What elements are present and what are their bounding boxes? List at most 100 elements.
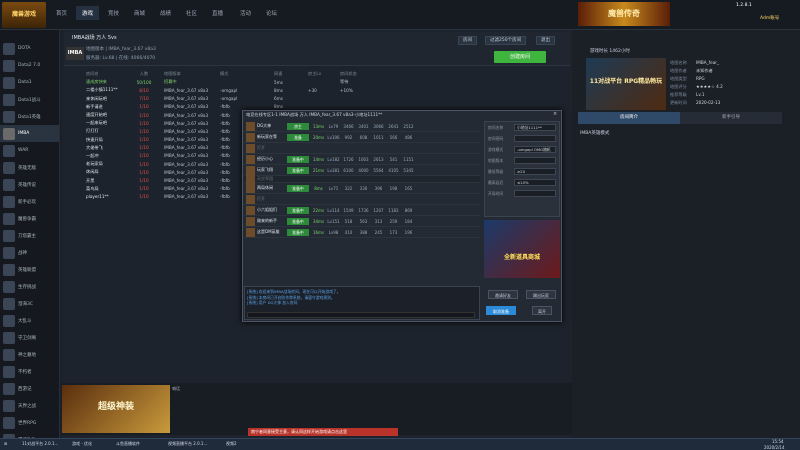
player-slot[interactable]: 打开 — [244, 194, 480, 205]
sidebar-game-active[interactable]: IMBA — [0, 125, 59, 142]
sidebar-game[interactable]: Dota2 7.0 — [0, 57, 59, 74]
invite-button[interactable]: 邀请好友 — [488, 290, 518, 299]
nav-home[interactable]: 首页 — [56, 9, 67, 17]
sidebar-game[interactable]: 神之墓地 — [0, 346, 59, 363]
map-version: 地图版本 | IMBA_fear_3.67 v8a3 — [86, 47, 156, 52]
nav-live[interactable]: 直播 — [212, 9, 223, 17]
chat-input[interactable] — [247, 312, 475, 318]
sidebar-game[interactable]: 战神 — [0, 244, 59, 261]
clock-date: 2020/2/14 — [764, 445, 785, 450]
player-slot[interactable]: 两局休闲 准备中 8ms Lv71 322 330 396 198 165 — [244, 183, 480, 194]
player-slot[interactable]: 玩家飞翔 准备中 21ms Lv381 6100 4000 5564 4105 5345 — [244, 165, 480, 176]
setting-field[interactable] — [514, 135, 556, 142]
player-slot[interactable]: 经历小心 准备中 14ms Lv182 1726 1003 2613 541 1151 — [244, 154, 480, 165]
game-sidebar: DOTA Dota2 7.0 Dota1 Dota1战斗 Dota1英雄 IMB… — [0, 30, 60, 446]
game-icon — [3, 399, 15, 412]
shop-ad[interactable]: 全新道具商城 — [484, 220, 560, 278]
sidebar-game[interactable]: 英雄无敌 — [0, 159, 59, 176]
player-slot[interactable]: 打开 — [244, 143, 480, 154]
game-icon — [3, 263, 15, 276]
player-slot[interactable]: 刚来的新手 准备中 34ms Lv151 518 563 313 259 184 — [244, 216, 480, 227]
nav-games[interactable]: 游戏 — [76, 6, 100, 20]
setting-field[interactable] — [514, 190, 556, 197]
nav-events[interactable]: 活动 — [240, 9, 251, 17]
sidebar-game[interactable]: 大乱斗 — [0, 312, 59, 329]
app-logo[interactable]: 魔兽游戏 — [2, 2, 46, 28]
setting-row: 最高延迟 ≤10% — [485, 177, 559, 188]
player-slot[interactable]: 这是DM英雄 准备中 16ms Lv98 410 388 245 173 196 — [244, 227, 480, 238]
close-icon[interactable]: × — [553, 111, 557, 117]
taskbar-item[interactable]: 视频2 — [226, 441, 237, 447]
sidebar-game[interactable]: 天界之战 — [0, 397, 59, 414]
leave-button[interactable]: 离开 — [532, 306, 552, 315]
setting-field[interactable]: ≥20 — [514, 168, 556, 175]
sidebar-game[interactable]: WAR — [0, 142, 59, 159]
sidebar-game[interactable]: 守卫剑阁 — [0, 329, 59, 346]
sidebar-game[interactable]: 世界RPG — [0, 414, 59, 431]
setting-row: 开局时间 — [485, 188, 559, 199]
top-banner-ad[interactable]: 魔兽传奇 — [578, 2, 670, 26]
sidebar-game[interactable]: 西游记 — [0, 380, 59, 397]
nav-community[interactable]: 社区 — [186, 9, 197, 17]
avatar — [246, 174, 255, 184]
game-icon — [3, 297, 15, 310]
map-info-row: 地图类型 RPG — [670, 76, 705, 81]
start-icon[interactable]: ⊞ — [4, 441, 7, 446]
taskbar-item[interactable]: 11对战平台 2.0.1... — [22, 441, 58, 447]
sidebar-game[interactable]: Dota1英雄 — [0, 108, 59, 125]
sidebar-game[interactable]: 英雄联盟 — [0, 261, 59, 278]
sidebar-game[interactable]: DOTA — [0, 40, 59, 57]
taskbar-item[interactable]: 游戏 - 优化 — [72, 441, 92, 447]
game-icon — [3, 161, 15, 174]
sidebar-game[interactable]: 刀塔霸主 — [0, 227, 59, 244]
setting-field[interactable]: -omgapl OMG随机 — [514, 146, 556, 153]
setting-field[interactable] — [514, 157, 556, 164]
player-slot[interactable]: DG大神 房主 13ms Lv79 3466 3401 3066 2641 2512 — [244, 121, 480, 132]
table-row[interactable]: 二楼小镇1111** 8/10 IMBA_fear_3.67 v8a3 -omgapl… — [64, 86, 570, 94]
browse-button[interactable]: 房间 — [458, 36, 477, 45]
player-slot[interactable]: 新玩家在等 准备 20ms Lv106 992 608 1011 566 486 — [244, 132, 480, 143]
table-row[interactable]: 来休闲玩吧 7/10 IMBA_fear_3.67 v8a3 -omgapl 6ms — [64, 95, 570, 103]
sidebar-game[interactable]: 英雄传说 — [0, 176, 59, 193]
avatar — [246, 194, 255, 204]
filter-button[interactable]: 过滤250个房间 — [485, 36, 527, 45]
taskbar-item[interactable]: 视频直播平台 2.0.1... — [168, 441, 207, 447]
setting-row: 房间密码 — [485, 133, 559, 144]
alert-bar[interactable]: 南宁者同意接受主意，请认同这样开始游戏请点击这里 — [248, 428, 398, 436]
setting-field[interactable]: 小地址1111** — [514, 124, 556, 131]
taskbar-item[interactable]: 斗鱼直播软件 — [116, 441, 140, 447]
nav-shop[interactable]: 商城 — [134, 9, 145, 17]
nav-arena[interactable]: 竞技 — [108, 9, 119, 17]
setting-field[interactable]: ≤10% — [514, 179, 556, 186]
sidebar-game[interactable]: 澄海3C — [0, 295, 59, 312]
user-account[interactable]: Adm账号 — [760, 15, 779, 21]
player-slot[interactable]: 小六姐姐们 准备中 22ms Lv114 1549 1736 1207 1183 869 — [244, 205, 480, 216]
bottom-ad[interactable]: 超级神装 — [62, 385, 170, 433]
kick-button[interactable]: 踢出玩家 — [526, 290, 556, 299]
game-icon — [3, 348, 15, 361]
map-info-row: 地图作者 未知作者 — [670, 68, 713, 73]
avatar — [246, 143, 255, 153]
tab-intro[interactable]: 房间简介 — [578, 112, 680, 124]
nav-stats[interactable]: 战绩 — [160, 9, 171, 17]
game-icon — [3, 246, 15, 259]
exit-button[interactable]: 退出 — [536, 36, 555, 45]
ready-badge: 准备中 — [287, 228, 309, 236]
create-room-button[interactable]: 创建房间 — [494, 51, 546, 63]
tab-guide[interactable]: 新手引导 — [680, 112, 782, 124]
sidebar-game[interactable]: 新手必玩 — [0, 193, 59, 210]
sidebar-game[interactable]: Dota1 — [0, 74, 59, 91]
game-icon — [3, 229, 15, 242]
table-row[interactable]: 速成房快来 50/100 招募中 5ms 等待 — [64, 78, 570, 86]
ready-badge: 准备中 — [287, 155, 309, 163]
ready-badge: 准备 — [287, 133, 309, 141]
sidebar-game[interactable]: Dota1战斗 — [0, 91, 59, 108]
cancel-ready-button[interactable]: 取消准备 — [486, 306, 516, 315]
game-icon — [3, 212, 15, 225]
player-slot[interactable]: 天灾军团 — [244, 174, 480, 184]
sidebar-game[interactable]: 魔兽争霸 — [0, 210, 59, 227]
nav-forum[interactable]: 论坛 — [266, 9, 277, 17]
game-icon — [3, 382, 15, 395]
sidebar-game[interactable]: 不朽者 — [0, 363, 59, 380]
sidebar-game[interactable]: 生存挑战 — [0, 278, 59, 295]
